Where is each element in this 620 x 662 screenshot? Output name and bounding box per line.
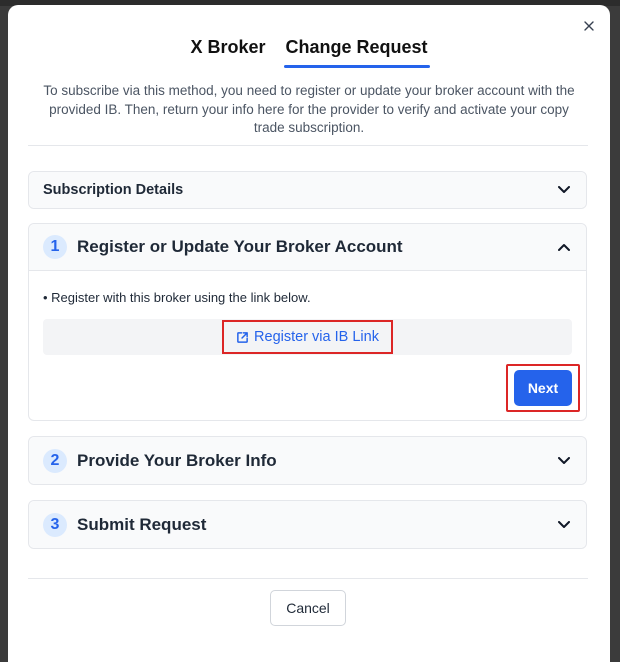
chevron-down-icon xyxy=(556,517,572,533)
register-ib-link-label: Register via IB Link xyxy=(254,329,379,345)
chevron-down-icon xyxy=(556,182,572,198)
step-3-title: Submit Request xyxy=(77,514,207,534)
step-1-section: 1 Register or Update Your Broker Account… xyxy=(28,223,587,421)
step-3-section: 3 Submit Request xyxy=(28,500,587,549)
chevron-down-icon xyxy=(556,453,572,469)
intro-text: To subscribe via this method, you need t… xyxy=(43,83,575,135)
footer-divider xyxy=(28,578,588,579)
tab-change-request[interactable]: Change Request xyxy=(283,33,430,68)
step-2-section: 2 Provide Your Broker Info xyxy=(28,436,587,485)
step-1-badge: 1 xyxy=(43,235,67,259)
step-1-title: Register or Update Your Broker Account xyxy=(77,237,403,256)
link-bar: Register via IB Link xyxy=(43,319,572,355)
step-2-header[interactable]: 2 Provide Your Broker Info xyxy=(29,437,586,484)
step-2-title: Provide Your Broker Info xyxy=(77,450,277,470)
subscription-details-title: Subscription Details xyxy=(43,182,184,198)
tab-x-broker[interactable]: X Broker xyxy=(188,33,267,68)
change-request-modal: X Broker Change Request To subscribe via… xyxy=(8,5,610,662)
register-ib-link[interactable]: Register via IB Link xyxy=(222,320,393,354)
chevron-up-icon xyxy=(556,239,572,255)
close-icon xyxy=(584,21,594,31)
step-3-header[interactable]: 3 Submit Request xyxy=(29,501,586,548)
next-button[interactable]: Next xyxy=(514,370,572,406)
next-highlight: Next xyxy=(506,364,580,412)
step-1-header[interactable]: 1 Register or Update Your Broker Account xyxy=(29,224,586,271)
external-link-icon xyxy=(237,331,248,343)
modal-tabs: X Broker Change Request xyxy=(8,33,610,68)
subscription-details-section: Subscription Details xyxy=(28,171,587,209)
register-instruction: • Register with this broker using the li… xyxy=(43,290,311,305)
step-3-badge: 3 xyxy=(43,512,67,537)
subscription-details-header[interactable]: Subscription Details xyxy=(29,172,586,208)
header-divider xyxy=(28,145,588,146)
step-2-badge: 2 xyxy=(43,448,67,473)
cancel-button[interactable]: Cancel xyxy=(270,590,346,626)
